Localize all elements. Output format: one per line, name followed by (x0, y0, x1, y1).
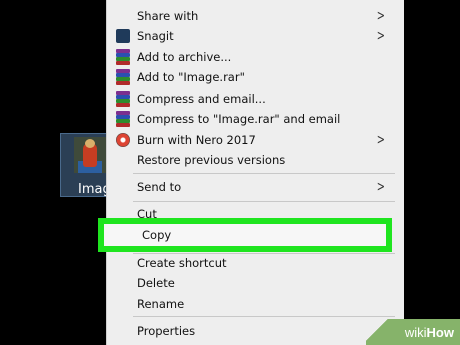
menu-item-compress-to-image-rar-and-email[interactable]: Compress to "Image.rar" and email (107, 108, 403, 130)
menu-item-properties[interactable]: Properties (107, 320, 403, 342)
menu-item-snagit[interactable]: Snagit > (107, 25, 403, 47)
menu-item-label: Share with (137, 9, 199, 23)
context-menu: Share with > Snagit > Add to archive... … (106, 0, 404, 345)
menu-separator (133, 173, 395, 174)
winrar-icon (116, 69, 130, 85)
winrar-icon (116, 111, 130, 127)
chevron-right-icon: > (377, 179, 386, 195)
chevron-right-icon: > (377, 132, 386, 148)
menu-item-label: Compress to "Image.rar" and email (137, 112, 341, 126)
menu-item-compress-and-email[interactable]: Compress and email... (107, 88, 403, 110)
menu-item-label: Add to "Image.rar" (137, 70, 245, 84)
menu-item-rename[interactable]: Rename (107, 293, 403, 315)
menu-item-label: Snagit (137, 29, 174, 43)
snagit-icon (116, 29, 130, 43)
menu-item-label: Rename (137, 297, 185, 311)
menu-item-add-to-image-rar[interactable]: Add to "Image.rar" (107, 66, 403, 88)
chevron-right-icon: > (377, 8, 386, 24)
menu-separator (133, 201, 395, 202)
menu-item-label: Create shortcut (137, 256, 227, 270)
menu-item-label: Delete (137, 276, 175, 290)
menu-item-delete[interactable]: Delete (107, 272, 403, 294)
menu-item-create-shortcut[interactable]: Create shortcut (107, 252, 403, 274)
winrar-icon (116, 91, 130, 107)
menu-item-label: Properties (137, 324, 196, 338)
winrar-icon (116, 49, 130, 65)
menu-item-label: Add to archive... (137, 50, 232, 64)
watermark-text: wikiHow (404, 325, 454, 340)
menu-item-label: Restore previous versions (137, 153, 286, 167)
menu-item-label: Send to (137, 180, 182, 194)
chevron-right-icon: > (377, 28, 386, 44)
menu-separator (133, 316, 395, 317)
image-thumbnail (74, 137, 106, 173)
menu-item-add-to-archive[interactable]: Add to archive... (107, 46, 403, 68)
menu-item-restore-previous-versions[interactable]: Restore previous versions (107, 149, 403, 171)
menu-item-label: Copy (142, 228, 172, 242)
menu-item-burn-with-nero[interactable]: Burn with Nero 2017 > (107, 129, 403, 151)
menu-item-copy[interactable]: Copy (98, 218, 392, 252)
menu-item-label: Burn with Nero 2017 (137, 133, 256, 147)
menu-item-label: Compress and email... (137, 92, 266, 106)
nero-disc-icon (116, 133, 130, 147)
menu-item-share-with[interactable]: Share with > (107, 5, 403, 27)
menu-item-send-to[interactable]: Send to > (107, 176, 403, 198)
wikihow-watermark: wikiHow (366, 319, 460, 345)
